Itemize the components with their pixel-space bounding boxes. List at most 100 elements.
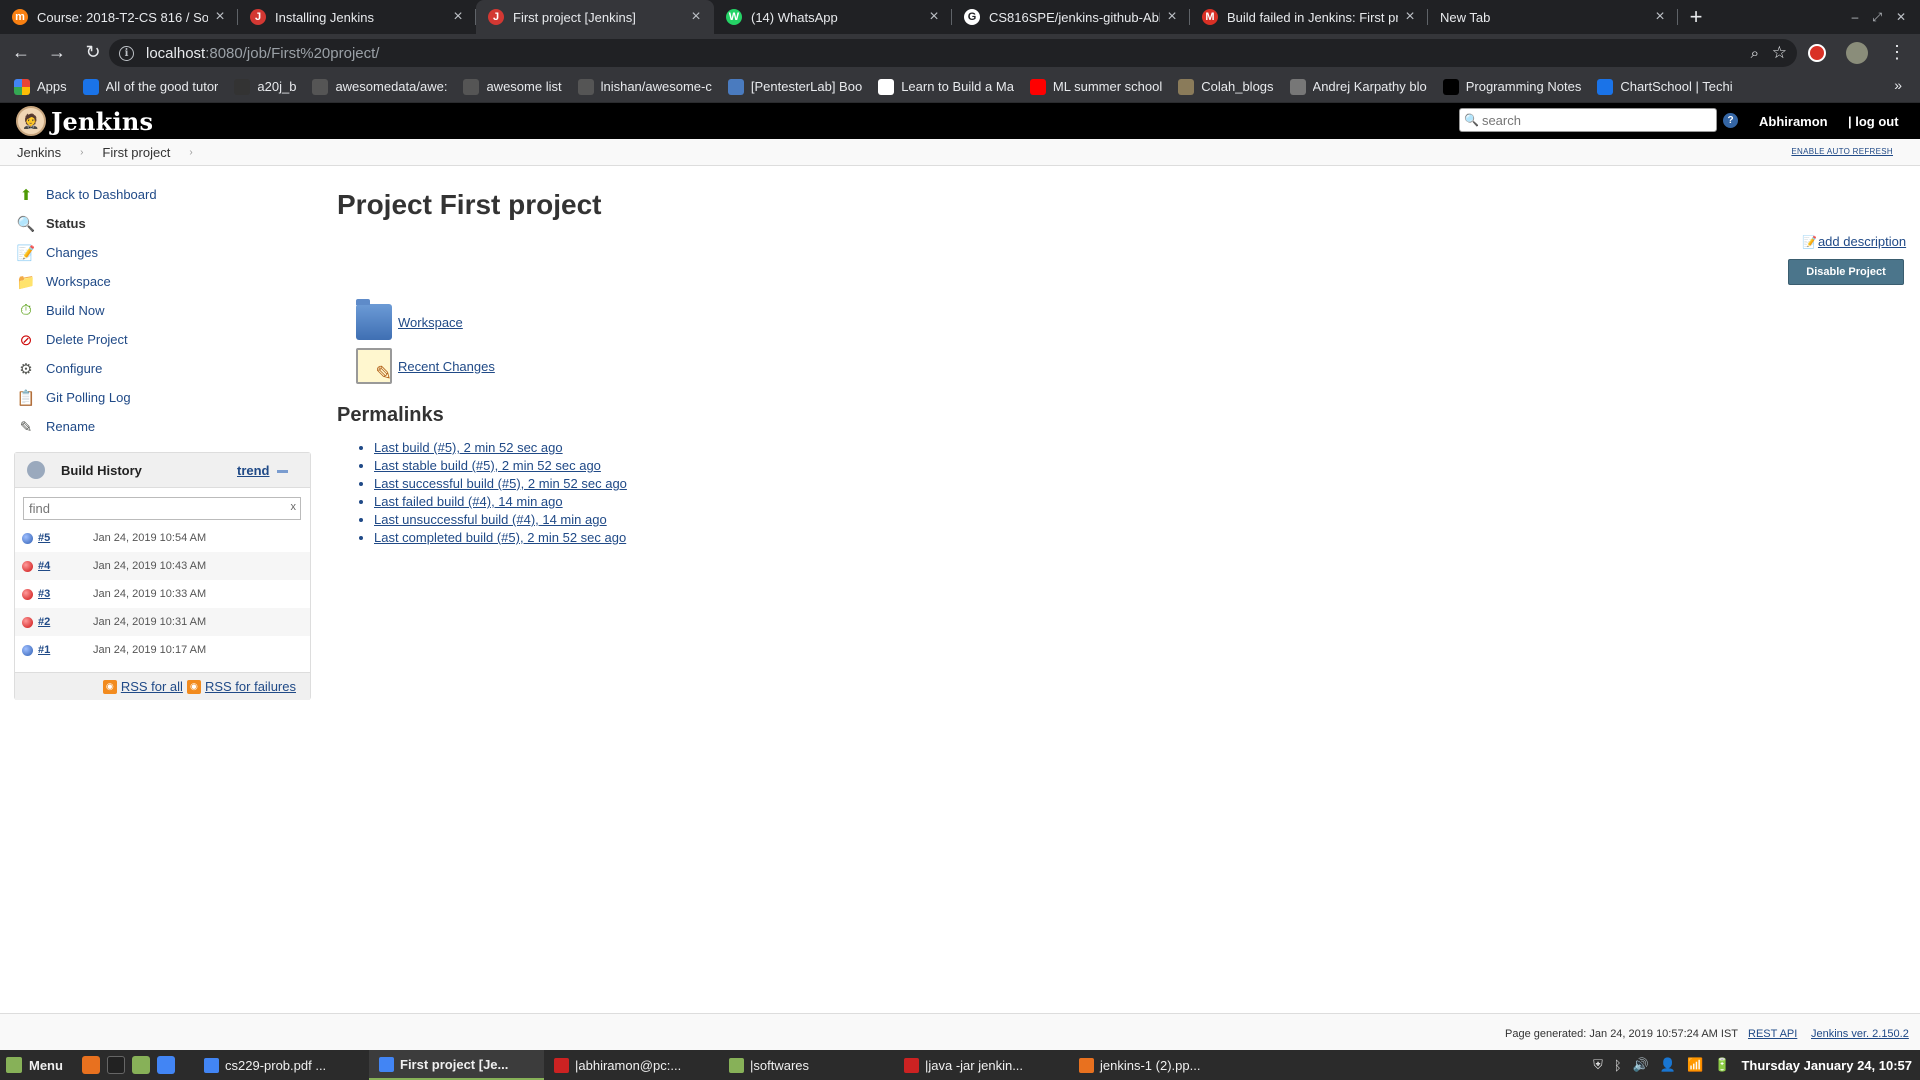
disable-project-button[interactable]: Disable Project bbox=[1788, 259, 1904, 285]
close-window-icon[interactable]: ✕ bbox=[1896, 10, 1906, 24]
new-tab-button[interactable]: + bbox=[1678, 0, 1714, 34]
profile-avatar[interactable] bbox=[1846, 41, 1868, 64]
bookmarks-overflow-icon[interactable]: » bbox=[1894, 77, 1902, 93]
bluetooth-icon[interactable]: ᛒ bbox=[1614, 1058, 1622, 1073]
workspace-main-link[interactable]: Workspace bbox=[356, 299, 463, 340]
browser-tab[interactable]: J Installing Jenkins × bbox=[238, 0, 476, 34]
task-link[interactable]: Changes bbox=[46, 245, 98, 260]
firefox-launcher-icon[interactable] bbox=[82, 1056, 100, 1074]
rss-all-link[interactable]: RSS for all bbox=[121, 679, 183, 694]
trend-link[interactable]: trend bbox=[237, 463, 270, 478]
back-button[interactable]: ← bbox=[6, 38, 36, 68]
recent-changes-link[interactable]: Recent Changes bbox=[398, 359, 495, 374]
maximize-icon[interactable]: ⤢ bbox=[1872, 10, 1882, 25]
search-input[interactable] bbox=[1481, 112, 1702, 128]
bookmark-item[interactable]: lnishan/awesome-c bbox=[577, 78, 712, 95]
bookmark-item[interactable]: Apps bbox=[14, 78, 67, 95]
url-text[interactable]: localhost:8080/job/First%20project/ bbox=[146, 45, 379, 62]
taskbar-window[interactable]: |softwares bbox=[719, 1050, 894, 1080]
build-row[interactable]: #5 Jan 24, 2019 10:54 AM bbox=[15, 524, 310, 552]
build-failed-ball-icon[interactable] bbox=[22, 616, 33, 628]
build-success-ball-icon[interactable] bbox=[22, 644, 33, 656]
task-git-polling-log[interactable]: 📋 Git Polling Log bbox=[16, 383, 316, 412]
clock[interactable]: Thursday January 24, 10:57 bbox=[1741, 1058, 1912, 1073]
task-link[interactable]: Back to Dashboard bbox=[46, 187, 157, 202]
bookmark-star-icon[interactable]: ☆ bbox=[1772, 43, 1787, 63]
trend-icon[interactable] bbox=[277, 470, 288, 473]
reload-button[interactable]: ↻ bbox=[78, 38, 108, 68]
volume-icon[interactable]: 🔊 bbox=[1633, 1057, 1649, 1073]
browser-tab[interactable]: M Build failed in Jenkins: First proj × bbox=[1190, 0, 1428, 34]
permalink-link[interactable]: Last stable build (#5), 2 min 52 sec ago bbox=[374, 458, 601, 473]
address-bar[interactable]: i localhost:8080/job/First%20project/ ⌕ … bbox=[109, 39, 1797, 67]
build-row[interactable]: #3 Jan 24, 2019 10:33 AM bbox=[15, 580, 310, 608]
build-number-link[interactable]: #4 bbox=[38, 560, 93, 572]
build-row[interactable]: #4 Jan 24, 2019 10:43 AM bbox=[15, 552, 310, 580]
shield-icon[interactable]: ⛨ bbox=[1593, 1057, 1603, 1073]
bookmark-item[interactable]: All of the good tutor bbox=[82, 78, 218, 95]
bookmark-item[interactable]: a20j_b bbox=[234, 78, 296, 95]
build-failed-ball-icon[interactable] bbox=[22, 560, 33, 572]
search-help-icon[interactable]: ? bbox=[1723, 113, 1738, 128]
build-failed-ball-icon[interactable] bbox=[22, 588, 33, 600]
task-link[interactable]: Workspace bbox=[46, 274, 111, 289]
taskbar-window[interactable]: |abhiramon@pc:... bbox=[544, 1050, 719, 1080]
tab-close-icon[interactable]: × bbox=[212, 8, 228, 26]
tab-close-icon[interactable]: × bbox=[688, 8, 704, 26]
user-icon[interactable]: 👤 bbox=[1660, 1057, 1676, 1073]
bookmark-item[interactable]: Programming Notes bbox=[1442, 78, 1581, 95]
permalink-link[interactable]: Last build (#5), 2 min 52 sec ago bbox=[374, 440, 563, 455]
task-link[interactable]: Status bbox=[46, 216, 86, 231]
battery-icon[interactable]: 🔋 bbox=[1714, 1057, 1730, 1073]
breadcrumb-chevron-icon[interactable]: › bbox=[189, 147, 192, 158]
recent-changes-main-link[interactable]: Recent Changes bbox=[356, 348, 495, 386]
taskbar-window[interactable]: cs229-prob.pdf ... bbox=[194, 1050, 369, 1080]
task-build-now[interactable]: ⏱ Build Now bbox=[16, 296, 316, 325]
start-menu-button[interactable]: Menu bbox=[0, 1057, 82, 1073]
logout-link[interactable]: | log out bbox=[1848, 114, 1899, 129]
forward-button[interactable]: → bbox=[42, 38, 72, 68]
rss-failures-link[interactable]: RSS for failures bbox=[205, 679, 296, 694]
task-configure[interactable]: ⚙ Configure bbox=[16, 354, 316, 383]
build-success-ball-icon[interactable] bbox=[22, 532, 33, 544]
build-number-link[interactable]: #1 bbox=[38, 644, 93, 656]
build-find-box[interactable]: x bbox=[23, 497, 301, 520]
site-info-icon[interactable]: i bbox=[119, 45, 134, 61]
bookmark-item[interactable]: Andrej Karpathy blo bbox=[1289, 78, 1427, 95]
breadcrumb-chevron-icon[interactable]: › bbox=[80, 147, 83, 158]
task-link[interactable]: Delete Project bbox=[46, 332, 128, 347]
browser-tab[interactable]: New Tab × bbox=[1428, 0, 1678, 34]
bookmark-item[interactable]: Colah_blogs bbox=[1178, 78, 1274, 95]
taskbar-window[interactable]: |java -jar jenkin... bbox=[894, 1050, 1069, 1080]
chrome-launcher-icon[interactable] bbox=[157, 1056, 175, 1074]
zoom-icon[interactable]: ⌕ bbox=[1751, 45, 1759, 62]
bookmark-item[interactable]: awesome list bbox=[463, 78, 562, 95]
browser-tab[interactable]: G CS816SPE/jenkins-github-Abhir × bbox=[952, 0, 1190, 34]
task-status[interactable]: 🔍 Status bbox=[16, 209, 316, 238]
permalink-link[interactable]: Last unsuccessful build (#4), 14 min ago bbox=[374, 512, 607, 527]
task-link[interactable]: Build Now bbox=[46, 303, 105, 318]
bookmark-item[interactable]: ChartSchool | Techi bbox=[1597, 78, 1733, 95]
task-changes[interactable]: 📝 Changes bbox=[16, 238, 316, 267]
task-link[interactable]: Configure bbox=[46, 361, 102, 376]
taskbar-window[interactable]: jenkins-1 (2).pp... bbox=[1069, 1050, 1244, 1080]
task-workspace[interactable]: 📁 Workspace bbox=[16, 267, 316, 296]
tab-close-icon[interactable]: × bbox=[1402, 8, 1418, 26]
taskbar-window[interactable]: First project [Je... bbox=[369, 1050, 544, 1080]
breadcrumb-first-project[interactable]: First project bbox=[102, 145, 170, 160]
terminal-launcher-icon[interactable] bbox=[107, 1056, 125, 1074]
task-link[interactable]: Git Polling Log bbox=[46, 390, 131, 405]
bookmark-item[interactable]: Learn to Build a Ma bbox=[878, 78, 1014, 95]
tab-close-icon[interactable]: × bbox=[450, 8, 466, 26]
extension-icon[interactable] bbox=[1808, 43, 1826, 62]
tab-close-icon[interactable]: × bbox=[1652, 8, 1668, 26]
wifi-icon[interactable]: 📶 bbox=[1687, 1057, 1703, 1073]
current-user-link[interactable]: Abhiramon bbox=[1759, 114, 1828, 129]
task-link[interactable]: Rename bbox=[46, 419, 95, 434]
jenkins-search-box[interactable]: 🔍 bbox=[1459, 108, 1717, 132]
files-launcher-icon[interactable] bbox=[132, 1056, 150, 1074]
build-number-link[interactable]: #2 bbox=[38, 616, 93, 628]
task-delete-project[interactable]: ⊘ Delete Project bbox=[16, 325, 316, 354]
build-find-input[interactable] bbox=[29, 501, 279, 516]
jenkins-version-link[interactable]: Jenkins ver. 2.150.2 bbox=[1811, 1028, 1909, 1040]
